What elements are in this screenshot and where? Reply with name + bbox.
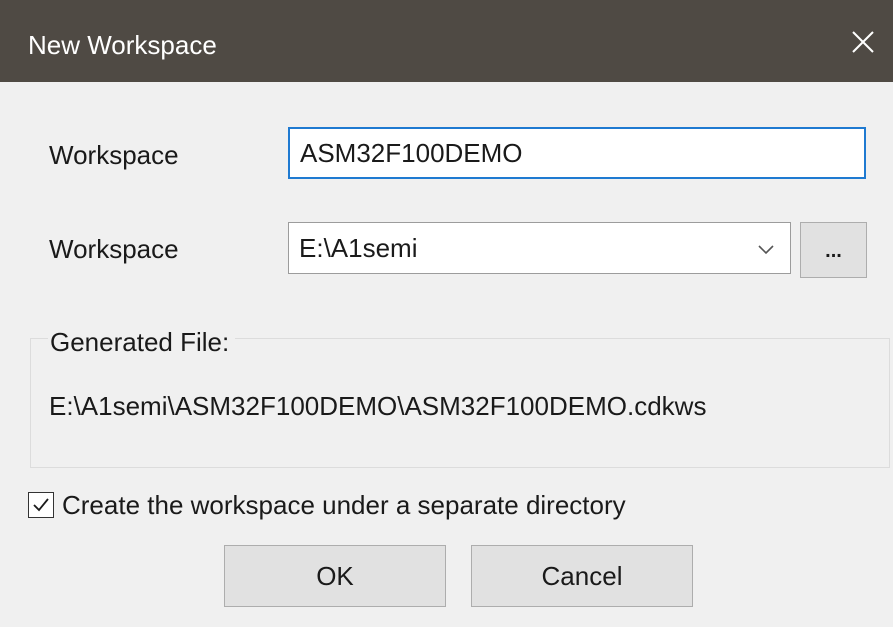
checkmark-icon bbox=[33, 498, 49, 512]
workspace-name-label: Workspace bbox=[49, 140, 179, 170]
generated-file-path: E:\A1semi\ASM32F100DEMO\ASM32F100DEMO.cd… bbox=[49, 391, 707, 421]
cancel-button[interactable]: Cancel bbox=[471, 545, 693, 607]
ok-button[interactable]: OK bbox=[224, 545, 446, 607]
close-button[interactable] bbox=[843, 22, 883, 62]
separate-directory-label[interactable]: Create the workspace under a separate di… bbox=[62, 490, 626, 520]
workspace-directory-combobox[interactable]: E:\A1semi bbox=[288, 222, 791, 274]
new-workspace-dialog: New Workspace Workspace Workspace E:\A1s… bbox=[0, 0, 893, 627]
generated-file-legend: Generated File: bbox=[48, 327, 236, 357]
workspace-directory-label: Workspace bbox=[49, 234, 179, 264]
workspace-name-input[interactable] bbox=[288, 127, 866, 179]
separate-directory-option[interactable]: Create the workspace under a separate di… bbox=[28, 490, 626, 520]
separate-directory-checkbox[interactable] bbox=[28, 492, 54, 518]
dialog-title: New Workspace bbox=[28, 30, 217, 60]
close-icon bbox=[852, 31, 874, 53]
workspace-directory-value: E:\A1semi bbox=[299, 233, 418, 263]
title-bar: New Workspace bbox=[0, 0, 893, 82]
browse-button[interactable]: ... bbox=[800, 222, 867, 278]
chevron-down-icon[interactable] bbox=[754, 237, 778, 261]
